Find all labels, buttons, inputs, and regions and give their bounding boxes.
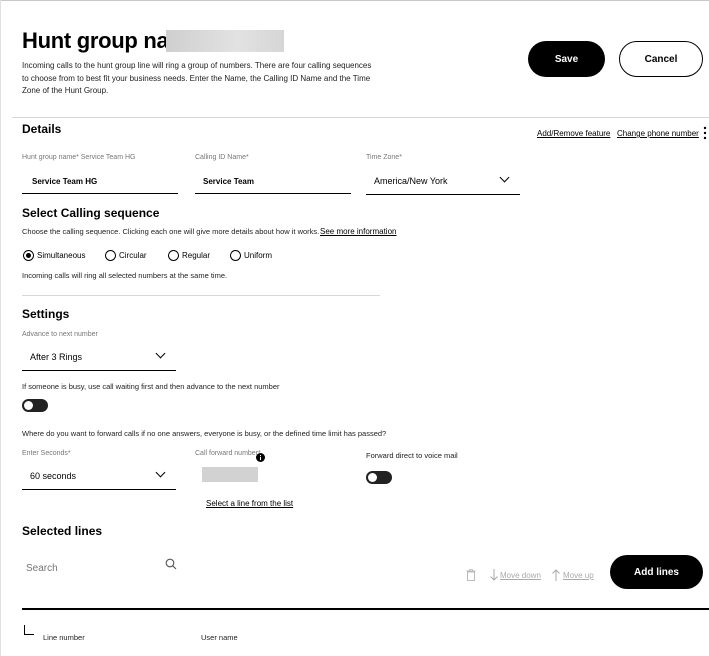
divider	[22, 295, 380, 296]
enter-seconds-value: 60 seconds	[30, 470, 77, 481]
details-title: Details	[22, 122, 62, 136]
advance-value: After 3 Rings	[30, 351, 83, 362]
move-up-button[interactable]: Move up	[563, 571, 594, 580]
page-intro: Incoming calls to the hunt group line wi…	[22, 61, 372, 95]
save-button[interactable]: Save	[528, 41, 605, 77]
call-forward-label: Call forward number*	[195, 450, 261, 457]
enter-seconds-select[interactable]: 60 seconds	[22, 462, 176, 490]
enter-seconds-label: Enter Seconds*	[22, 450, 71, 457]
col-line-number-header[interactable]: Line number	[43, 633, 85, 642]
divider	[12, 117, 709, 118]
timezone-value: America/New York	[374, 175, 448, 186]
selected-lines-title: Selected lines	[22, 524, 103, 538]
change-phone-number-link[interactable]: Change phone number	[617, 129, 699, 138]
calling-sequence-title: Select Calling sequence	[22, 206, 160, 220]
search-icon[interactable]	[165, 557, 177, 570]
select-line-link[interactable]: Select a line from the list	[206, 499, 293, 508]
search-input[interactable]	[22, 556, 182, 580]
redacted-name-block	[166, 30, 284, 52]
voicemail-toggle[interactable]	[366, 471, 392, 484]
arrow-down-icon[interactable]	[489, 568, 499, 581]
calling-sequence-description: Choose the calling sequence. Clicking ea…	[22, 227, 320, 236]
radio-simultaneous-label: Simultaneous	[37, 251, 86, 260]
add-remove-feature-link[interactable]: Add/Remove feature	[537, 129, 610, 138]
timezone-select[interactable]: America/New York	[366, 167, 520, 195]
calling-id-field[interactable]: Service Team	[195, 168, 351, 194]
radio-regular-label: Regular	[182, 251, 211, 260]
hunt-group-name-label: Hunt group name* Service Team HG	[22, 154, 136, 161]
settings-title: Settings	[22, 307, 70, 321]
see-more-information-link[interactable]: See more information	[320, 227, 396, 236]
add-lines-button[interactable]: Add lines	[610, 555, 703, 589]
radio-circular-label: Circular	[119, 251, 147, 260]
sequence-selected-description: Incoming calls will ring all selected nu…	[22, 271, 228, 280]
more-vertical-icon[interactable]	[703, 126, 707, 140]
advance-label: Advance to next number	[22, 331, 98, 338]
call-forward-number-field[interactable]	[202, 467, 258, 482]
forward-question: Where do you want to forward calls if no…	[22, 429, 387, 438]
timezone-label: Time Zone*	[366, 154, 402, 161]
hunt-group-name-value: Service Team HG	[32, 177, 98, 186]
radio-uniform[interactable]	[230, 250, 241, 261]
table-header-border	[22, 608, 709, 610]
busy-toggle[interactable]	[22, 399, 48, 412]
trash-icon[interactable]	[466, 568, 476, 581]
move-down-button[interactable]: Move down	[500, 571, 541, 580]
hunt-group-name-field[interactable]: Service Team HG	[22, 168, 178, 194]
busy-description: If someone is busy, use call waiting fir…	[22, 382, 280, 391]
radio-regular[interactable]	[168, 250, 179, 261]
frame-left-border	[0, 0, 1, 656]
radio-uniform-label: Uniform	[244, 251, 273, 260]
info-icon[interactable]	[256, 449, 265, 462]
calling-id-label: Calling ID Name*	[195, 154, 249, 161]
radio-simultaneous[interactable]	[23, 250, 34, 261]
cancel-button[interactable]: Cancel	[619, 41, 703, 77]
col-user-name-header[interactable]: User name	[201, 633, 238, 642]
forward-voicemail-label: Forward direct to voice mail	[366, 451, 458, 460]
arrow-up-icon[interactable]	[551, 568, 561, 581]
calling-id-value: Service Team	[203, 177, 254, 186]
advance-select[interactable]: After 3 Rings	[22, 343, 176, 371]
select-all-checkbox[interactable]	[24, 625, 34, 635]
radio-circular[interactable]	[105, 250, 116, 261]
frame-top-border	[0, 0, 709, 1]
